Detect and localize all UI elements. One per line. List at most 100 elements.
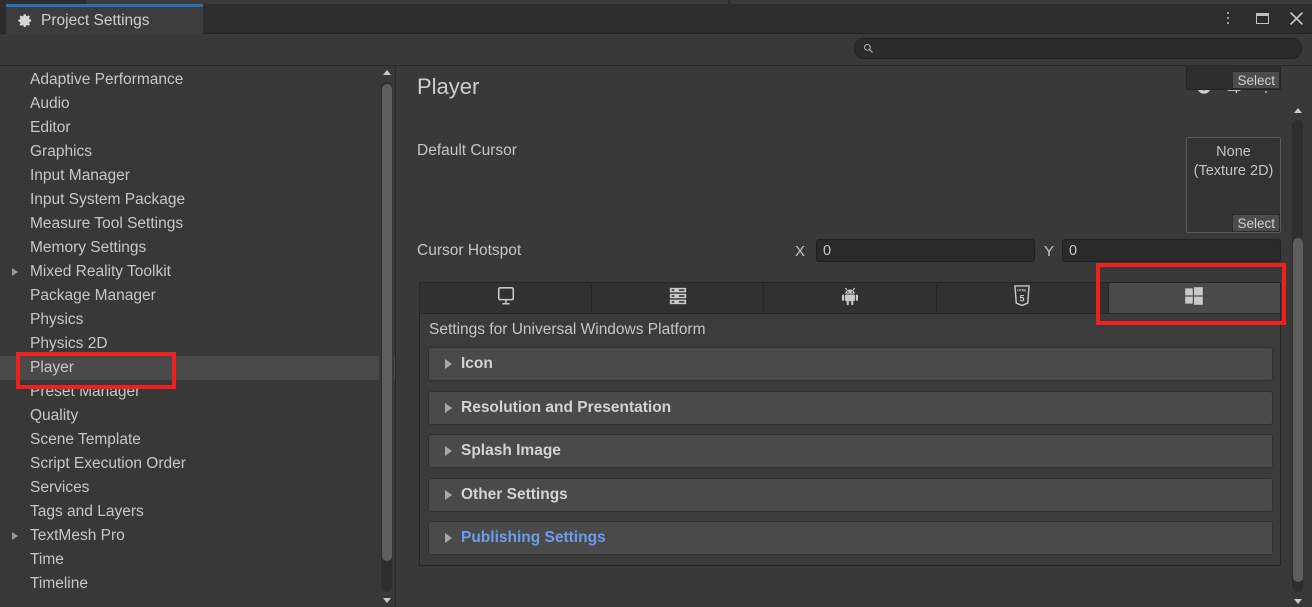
- sidebar-item-mixed-reality-toolkit[interactable]: Mixed Reality Toolkit: [0, 260, 395, 284]
- settings-category-list[interactable]: Adaptive Performance Audio Editor Graphics I…: [0, 66, 396, 607]
- sidebar-item-label: Graphics: [30, 143, 92, 161]
- sidebar-item-preset-manager[interactable]: Preset Manager: [0, 380, 395, 404]
- scroll-down-arrow-icon[interactable]: [1294, 599, 1302, 604]
- sidebar-item-audio[interactable]: Audio: [0, 92, 395, 116]
- maximize-button[interactable]: [1252, 8, 1272, 28]
- tab-label: Project Settings: [41, 12, 150, 30]
- sidebar-item-script-execution-order[interactable]: Script Execution Order: [0, 452, 395, 476]
- platform-tab-strip[interactable]: 5HTML: [419, 282, 1281, 314]
- sidebar-item-label: Tags and Layers: [30, 503, 144, 521]
- icon-object-field-partial[interactable]: Select: [1186, 66, 1281, 90]
- sidebar-item-label: Physics: [30, 311, 83, 329]
- default-cursor-value: None(Texture 2D): [1187, 143, 1280, 181]
- select-button-top[interactable]: Select: [1232, 71, 1280, 89]
- sidebar-item-label: Preset Manager: [30, 383, 140, 401]
- search-icon: [863, 43, 874, 54]
- sidebar-item-adaptive-performance[interactable]: Adaptive Performance: [0, 68, 395, 92]
- dedicated-server-icon: [667, 286, 689, 311]
- sidebar-item-label: Timeline: [30, 575, 88, 593]
- platform-tab-webgl[interactable]: 5HTML: [937, 283, 1109, 313]
- sidebar-item-textmesh-pro[interactable]: TextMesh Pro: [0, 524, 395, 548]
- platform-tab-dedicated-server[interactable]: [592, 283, 764, 313]
- chevron-right-icon[interactable]: [445, 533, 452, 543]
- window-title-bar: Project Settings: [0, 0, 1312, 34]
- platform-tab-android[interactable]: [764, 283, 936, 313]
- section-resolution-and-presentation[interactable]: Resolution and Presentation: [428, 391, 1273, 425]
- sidebar-item-input-manager[interactable]: Input Manager: [0, 164, 395, 188]
- sidebar-item-quality[interactable]: Quality: [0, 404, 395, 428]
- sidebar-item-time[interactable]: Time: [0, 548, 395, 572]
- sidebar-item-measure-tool-settings[interactable]: Measure Tool Settings: [0, 212, 395, 236]
- desktop-monitor-icon: [495, 286, 517, 311]
- section-label: Other Settings: [461, 486, 568, 504]
- platform-tab-universal-windows-platform[interactable]: [1109, 283, 1280, 313]
- android-robot-icon: [840, 285, 860, 311]
- section-icon[interactable]: Icon: [428, 347, 1273, 381]
- sidebar-item-label: Audio: [30, 95, 70, 113]
- sidebar-item-label: Physics 2D: [30, 335, 108, 353]
- sidebar-item-memory-settings[interactable]: Memory Settings: [0, 236, 395, 260]
- chevron-right-icon[interactable]: [445, 446, 452, 456]
- close-button[interactable]: [1286, 8, 1306, 28]
- sidebar-item-label: Memory Settings: [30, 239, 146, 257]
- main-scroll-thumb[interactable]: [1293, 238, 1303, 582]
- sidebar-item-label: Player: [30, 359, 74, 377]
- settings-for-label: Settings for Universal Windows Platform: [429, 321, 706, 339]
- sidebar-item-label: TextMesh Pro: [30, 527, 125, 545]
- sidebar-item-editor[interactable]: Editor: [0, 116, 395, 140]
- tab-project-settings[interactable]: Project Settings: [6, 4, 203, 34]
- sidebar-scroll-thumb[interactable]: [382, 84, 392, 561]
- sidebar-item-services[interactable]: Services: [0, 476, 395, 500]
- sidebar-item-label: Time: [30, 551, 64, 569]
- search-row: [0, 34, 1312, 66]
- html5-badge-icon: 5HTML: [1013, 285, 1031, 311]
- windows-logo-icon: [1184, 286, 1204, 311]
- gear-icon: [18, 13, 33, 28]
- section-publishing-settings[interactable]: Publishing Settings: [428, 521, 1273, 555]
- chevron-right-icon[interactable]: [445, 359, 452, 369]
- section-label: Publishing Settings: [461, 529, 606, 547]
- section-label: Splash Image: [461, 442, 561, 460]
- platform-tab-pc-standalone[interactable]: [420, 283, 592, 313]
- sidebar-item-player[interactable]: Player: [0, 356, 395, 380]
- sidebar-scrollbar[interactable]: [379, 66, 394, 607]
- svg-text:HTML: HTML: [1017, 288, 1027, 292]
- sidebar-item-timeline[interactable]: Timeline: [0, 572, 395, 596]
- window-controls: [1218, 4, 1306, 32]
- sidebar-item-input-system-package[interactable]: Input System Package: [0, 188, 395, 212]
- sidebar-item-graphics[interactable]: Graphics: [0, 140, 395, 164]
- player-settings-panel: Player ? Select Default Cursor None(Text…: [397, 66, 1285, 607]
- section-splash-image[interactable]: Splash Image: [428, 434, 1273, 468]
- scroll-down-arrow-icon[interactable]: [383, 598, 391, 603]
- window-menu-button[interactable]: [1218, 8, 1238, 28]
- chevron-right-icon[interactable]: [12, 532, 18, 540]
- maximize-icon: [1256, 13, 1269, 24]
- cursor-hotspot-label: Cursor Hotspot: [417, 242, 521, 260]
- chevron-right-icon[interactable]: [445, 490, 452, 500]
- search-input[interactable]: [879, 42, 1289, 56]
- sidebar-item-label: Package Manager: [30, 287, 156, 305]
- hotspot-x-input[interactable]: 0: [816, 239, 1035, 262]
- chevron-right-icon[interactable]: [12, 268, 18, 276]
- section-other-settings[interactable]: Other Settings: [428, 478, 1273, 512]
- hotspot-y-input[interactable]: 0: [1062, 239, 1281, 262]
- scroll-up-arrow-icon[interactable]: [1294, 108, 1302, 113]
- sidebar-item-label: Measure Tool Settings: [30, 215, 183, 233]
- main-scrollbar[interactable]: [1290, 105, 1305, 607]
- default-cursor-object-field[interactable]: None(Texture 2D) Select: [1186, 137, 1281, 233]
- sidebar-item-label: Input System Package: [30, 191, 185, 209]
- sidebar-item-scene-template[interactable]: Scene Template: [0, 428, 395, 452]
- sidebar-item-physics[interactable]: Physics: [0, 308, 395, 332]
- section-label: Resolution and Presentation: [461, 399, 671, 417]
- select-button[interactable]: Select: [1232, 214, 1280, 232]
- sidebar-item-label: Adaptive Performance: [30, 71, 183, 89]
- chevron-right-icon[interactable]: [445, 403, 452, 413]
- scroll-up-arrow-icon[interactable]: [383, 70, 391, 75]
- sidebar-item-tags-and-layers[interactable]: Tags and Layers: [0, 500, 395, 524]
- sidebar-item-label: Script Execution Order: [30, 455, 186, 473]
- sidebar-item-physics-2d[interactable]: Physics 2D: [0, 332, 395, 356]
- sidebar-item-package-manager[interactable]: Package Manager: [0, 284, 395, 308]
- sidebar-item-label: Quality: [30, 407, 78, 425]
- sidebar-item-label: Input Manager: [30, 167, 130, 185]
- search-box[interactable]: [854, 38, 1302, 59]
